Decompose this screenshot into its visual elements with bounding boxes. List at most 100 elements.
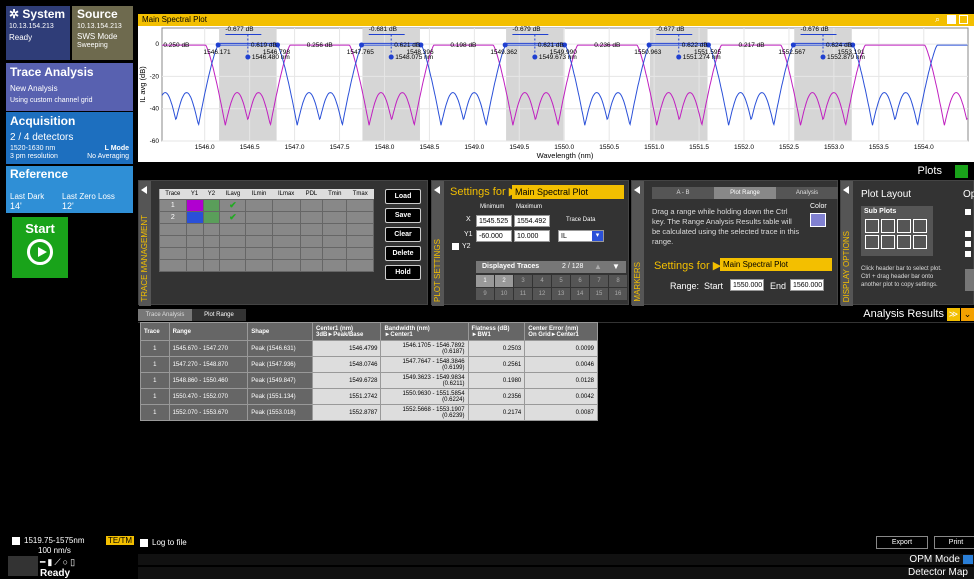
trace-page-button[interactable]: 7 <box>590 275 608 287</box>
trace-cell[interactable]: 1 <box>159 198 187 212</box>
trace-cell[interactable]: 2 <box>159 210 187 224</box>
opm-toggle-icon[interactable] <box>963 555 973 564</box>
log-checkbox[interactable] <box>140 539 148 547</box>
trace-cell[interactable] <box>185 234 204 248</box>
reference-tile[interactable]: Reference Last Dark 14' Last Zero Loss 1… <box>6 166 133 213</box>
collapse-icon[interactable] <box>843 186 849 194</box>
trace-cell[interactable] <box>202 198 221 212</box>
delete-button[interactable]: Delete <box>385 246 421 261</box>
load-button[interactable]: Load <box>385 189 421 204</box>
subplot-cell[interactable] <box>897 235 911 249</box>
plot-header-bar[interactable]: Main Spectral Plot ⌕ <box>138 14 974 26</box>
clear-button[interactable]: Clear <box>385 227 421 242</box>
trace-analysis-tile[interactable]: Trace Analysis New Analysis Using custom… <box>6 63 133 111</box>
trace-row[interactable] <box>159 222 374 236</box>
trace-row[interactable] <box>159 258 374 272</box>
start-button[interactable]: Start <box>12 217 68 278</box>
trace-cell[interactable] <box>322 258 348 272</box>
option-checkbox[interactable] <box>965 251 971 257</box>
trace-cell[interactable] <box>219 246 247 260</box>
markers-target[interactable]: Main Spectral Plot <box>720 258 832 271</box>
hold-button[interactable]: Hold <box>385 265 421 280</box>
trace-page-button[interactable]: 4 <box>533 275 551 287</box>
trace-cell[interactable] <box>245 246 273 260</box>
trace-row[interactable]: 2 ✔ <box>159 210 374 224</box>
results-row[interactable]: 1 1552.070 - 1553.670 Peak (1553.018) 1552.… <box>140 404 598 421</box>
page-next-icon[interactable]: ▼ <box>612 262 620 271</box>
plot-settings-tab[interactable]: PLOT SETTINGS <box>432 181 444 306</box>
trace-page-button[interactable]: 11 <box>514 288 532 300</box>
subplot-cell[interactable] <box>913 235 927 249</box>
trace-row[interactable]: 1 ✔ <box>159 198 374 212</box>
markers-tabs[interactable]: A - B Plot Range Analysis <box>652 187 838 199</box>
trace-row[interactable] <box>159 246 374 260</box>
trace-cell[interactable] <box>159 234 187 248</box>
trace-cell[interactable] <box>202 234 221 248</box>
range-end-input[interactable]: 1560.000 <box>790 279 824 291</box>
color-swatch[interactable] <box>810 213 826 227</box>
x-min-input[interactable]: 1545.525 <box>476 215 512 227</box>
source-tile[interactable]: Source 10.13.154.213 SWS Mode Sweeping <box>72 6 133 60</box>
range-start-input[interactable]: 1550.000 <box>730 279 764 291</box>
export-button[interactable]: Export <box>876 536 928 549</box>
subplot-grid[interactable] <box>861 217 933 251</box>
display-options-tab[interactable]: DISPLAY OPTIONS <box>841 181 853 306</box>
trace-cell[interactable] <box>219 222 247 236</box>
trace-cell[interactable] <box>322 246 348 260</box>
trace-cell[interactable] <box>299 246 324 260</box>
trace-cell[interactable] <box>346 210 374 224</box>
trace-page-button[interactable]: 12 <box>533 288 551 300</box>
chevron-down-icon[interactable]: ⌄ <box>961 308 974 321</box>
trace-cell[interactable] <box>245 234 273 248</box>
checkbox-icon[interactable] <box>12 537 20 545</box>
results-tab-plot-range[interactable]: Plot Range <box>192 309 246 321</box>
y1-min-input[interactable]: -60.000 <box>476 230 512 242</box>
trace-page-button[interactable]: 14 <box>571 288 589 300</box>
export-results-icon[interactable]: ≫ <box>947 308 960 321</box>
trace-page-button[interactable]: 6 <box>571 275 589 287</box>
plots-toggle-icon[interactable] <box>955 165 968 178</box>
trace-page-button[interactable]: 5 <box>552 275 570 287</box>
trace-cell[interactable] <box>322 234 348 248</box>
trace-page-grid[interactable]: 1 2 3 4 5 6 7 8 9 10 11 12 13 14 15 16 <box>476 275 627 300</box>
trace-cell[interactable] <box>322 222 348 236</box>
trace-cell[interactable]: ✔ <box>219 210 247 224</box>
page-prev-icon[interactable]: ▲ <box>594 262 602 271</box>
results-tab-trace-analysis[interactable]: Trace Analysis <box>138 309 192 321</box>
option-checkbox[interactable] <box>965 209 971 215</box>
results-row[interactable]: 1 1545.670 - 1547.270 Peak (1546.631) 1546.… <box>140 340 598 357</box>
trace-cell[interactable] <box>159 246 187 260</box>
trace-cell[interactable] <box>185 258 204 272</box>
trace-page-button[interactable]: 9 <box>476 288 494 300</box>
trace-cell[interactable] <box>245 198 273 212</box>
subplot-cell[interactable] <box>865 235 879 249</box>
trace-page-button[interactable]: 13 <box>552 288 570 300</box>
trace-cell[interactable] <box>346 234 374 248</box>
subplot-cell[interactable] <box>913 219 927 233</box>
trace-cell[interactable] <box>159 258 187 272</box>
collapse-icon[interactable] <box>434 186 440 194</box>
y1-max-input[interactable]: 10.000 <box>514 230 550 242</box>
trace-cell[interactable] <box>202 258 221 272</box>
trace-cell[interactable] <box>159 222 187 236</box>
spectral-plot[interactable]: -0.677 dB 0.250 dB 0.619 dB 1546.171 1546.79… <box>138 26 974 162</box>
trace-cell[interactable] <box>185 222 204 236</box>
trace-page-button[interactable]: 2 <box>495 275 513 287</box>
trace-cell[interactable] <box>202 222 221 236</box>
subplot-cell[interactable] <box>881 219 895 233</box>
marker-dot[interactable] <box>359 42 365 48</box>
y2-checkbox[interactable] <box>452 243 459 250</box>
system-tile[interactable]: ✲ System 10.13.154.213 Ready <box>6 6 70 60</box>
collapse-icon[interactable] <box>141 186 147 194</box>
markers-tab-a-b[interactable]: A - B <box>652 187 714 199</box>
trace-cell[interactable] <box>299 210 324 224</box>
subplot-cell[interactable] <box>897 219 911 233</box>
trace-cell[interactable] <box>185 246 204 260</box>
trace-cell[interactable] <box>322 198 348 212</box>
trace-page-button[interactable]: 15 <box>590 288 608 300</box>
trace-cell[interactable] <box>299 258 324 272</box>
trace-cell[interactable] <box>346 222 374 236</box>
window-icon[interactable] <box>959 15 968 24</box>
results-row[interactable]: 1 1548.860 - 1550.460 Peak (1549.847) 1549.… <box>140 372 598 389</box>
trace-data-select[interactable]: IL ▾ <box>558 230 604 242</box>
